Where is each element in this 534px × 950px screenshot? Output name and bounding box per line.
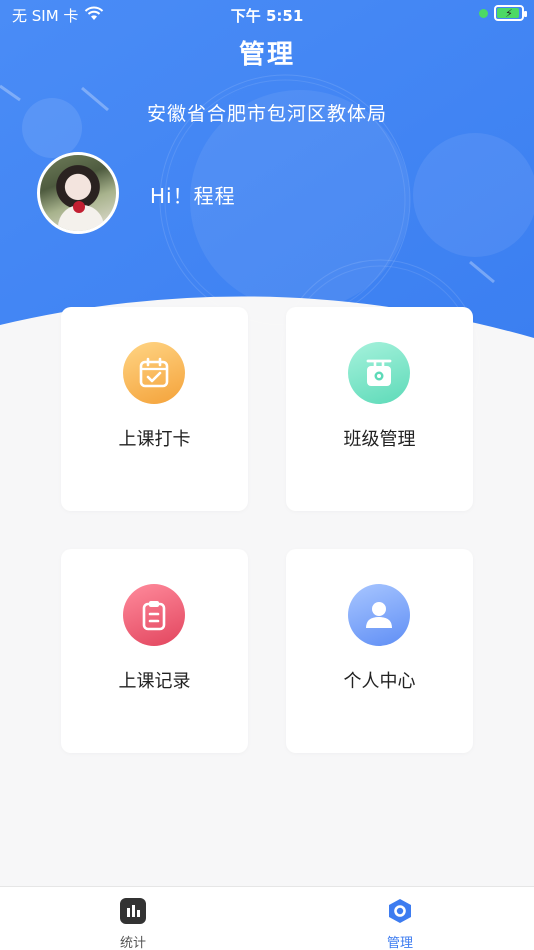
person-icon	[348, 584, 410, 646]
menu-card-class-management[interactable]: 班级管理	[286, 307, 473, 511]
tab-bar: 统计 管理	[0, 886, 534, 950]
status-time: 下午 5:51	[230, 7, 304, 25]
hexagon-settings-icon	[387, 898, 413, 924]
status-bar: 无 SIM 卡 下午 5:51 ⚡	[0, 0, 534, 28]
menu-card-label: 个人中心	[343, 671, 416, 692]
tab-statistics[interactable]: 统计	[73, 887, 193, 950]
menu-card-clock-in[interactable]: 上课打卡	[61, 307, 248, 511]
tab-label: 管理	[386, 936, 413, 950]
page-title: 管理	[238, 40, 295, 70]
charging-dot-icon	[479, 8, 488, 18]
projector-icon	[348, 342, 410, 404]
menu-card-class-records[interactable]: 上课记录	[61, 549, 248, 753]
status-right: ⚡	[479, 5, 527, 21]
menu-card-label: 班级管理	[343, 429, 416, 450]
bar-chart-icon	[120, 898, 146, 924]
tab-label: 统计	[119, 936, 146, 950]
tab-management[interactable]: 管理	[340, 887, 460, 950]
greeting-text: Hi！程程	[150, 184, 236, 208]
avatar[interactable]	[37, 152, 119, 234]
organization-name: 安徽省合肥市包河区教体局	[146, 103, 387, 125]
menu-card-label: 上课记录	[118, 671, 191, 692]
battery-icon: ⚡	[494, 5, 527, 21]
menu-card-personal-center[interactable]: 个人中心	[286, 549, 473, 753]
menu-card-label: 上课打卡	[118, 429, 191, 450]
clipboard-icon	[123, 584, 185, 646]
calendar-check-icon	[123, 342, 185, 404]
